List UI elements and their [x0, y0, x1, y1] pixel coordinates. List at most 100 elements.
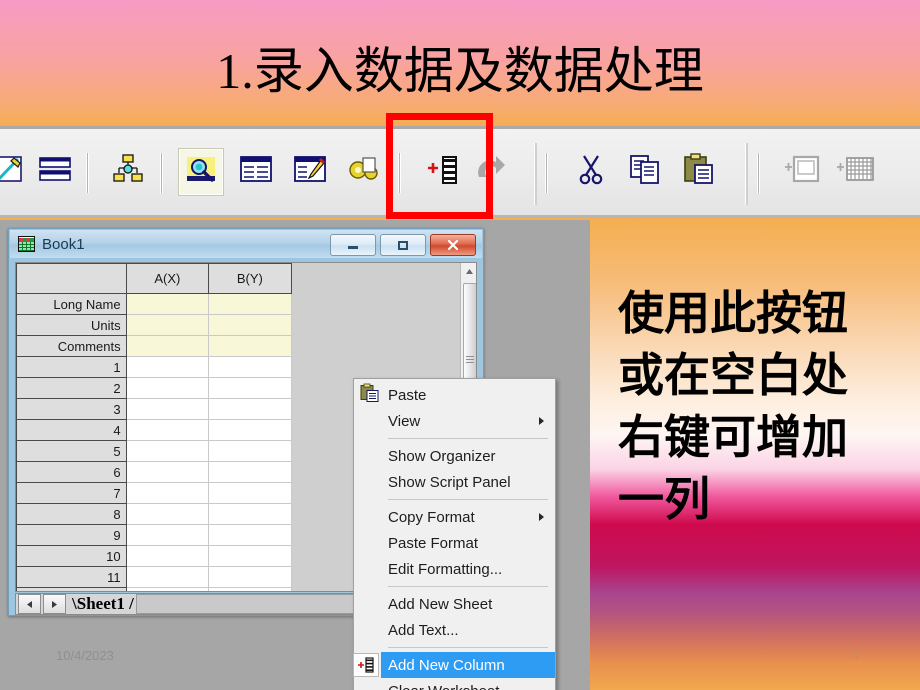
meta-cell[interactable]	[125, 293, 210, 315]
meta-cell[interactable]	[125, 314, 210, 336]
toolbar-button-cut[interactable]	[568, 147, 614, 195]
toolbar-button-code-builder[interactable]	[341, 147, 387, 195]
row-header-units[interactable]: Units	[16, 314, 127, 336]
annotation-line-2: 或在空白处	[618, 350, 848, 401]
toolbar-button-command-window[interactable]	[233, 147, 279, 195]
data-cell[interactable]	[208, 377, 292, 399]
menu-item-paste[interactable]: Paste	[354, 382, 555, 408]
toolbar-button-project-explorer[interactable]	[105, 147, 151, 195]
data-cell[interactable]	[125, 524, 210, 546]
data-cell[interactable]	[125, 419, 210, 441]
command-window-icon	[239, 154, 273, 189]
row-header-comments[interactable]: Comments	[16, 335, 127, 357]
close-button[interactable]	[430, 234, 476, 256]
annotation-line-4: 一列	[618, 474, 710, 525]
column-header-a[interactable]: A(X)	[125, 263, 210, 294]
data-cell[interactable]	[125, 461, 210, 483]
data-cell[interactable]	[208, 356, 292, 378]
menu-item-add-text[interactable]: Add Text...	[354, 617, 555, 643]
meta-cell[interactable]	[208, 335, 292, 357]
row-header[interactable]: 2	[16, 377, 127, 399]
row-header[interactable]: 5	[16, 440, 127, 462]
column-header-b[interactable]: B(Y)	[208, 263, 292, 294]
toolbar-button-new-layer[interactable]	[778, 147, 824, 195]
data-cell[interactable]	[125, 566, 210, 588]
menu-item-show-script-panel[interactable]: Show Script Panel	[354, 469, 555, 495]
paste-icon	[682, 152, 716, 190]
meta-cell[interactable]	[208, 293, 292, 315]
toolbar-button-new-grid[interactable]	[832, 147, 878, 195]
menu-item-label: Clear Worksheet	[388, 683, 499, 690]
grid-empty-space	[291, 335, 460, 357]
close-icon	[447, 239, 459, 251]
grid-empty-space	[291, 314, 460, 336]
data-cell[interactable]	[125, 356, 210, 378]
data-cell[interactable]	[208, 566, 292, 588]
menu-item-add-new-column[interactable]: Add New Column	[353, 652, 555, 678]
data-cell[interactable]	[125, 503, 210, 525]
sheet-prev-button[interactable]	[18, 594, 41, 614]
toolbar-button-paste[interactable]	[676, 147, 722, 195]
row-header-long-name[interactable]: Long Name	[16, 293, 127, 315]
row-header[interactable]: 8	[16, 503, 127, 525]
data-cell[interactable]	[208, 461, 292, 483]
code-builder-icon	[347, 154, 381, 189]
row-header[interactable]: 6	[16, 461, 127, 483]
menu-item-add-new-sheet[interactable]: Add New Sheet	[354, 591, 555, 617]
worksheet-header: A(X) B(Y)	[16, 263, 460, 294]
table-row: 1	[16, 356, 460, 378]
toolbar-button-copy[interactable]	[622, 147, 668, 195]
row-header[interactable]: 1	[16, 356, 127, 378]
data-cell[interactable]	[208, 398, 292, 420]
row-header[interactable]: 9	[16, 524, 127, 546]
data-cell[interactable]	[125, 440, 210, 462]
menu-separator	[388, 499, 548, 500]
chevron-right-icon	[52, 600, 57, 608]
row-header[interactable]: 12	[16, 587, 127, 591]
menu-item-edit-formatting[interactable]: Edit Formatting...	[354, 556, 555, 582]
annotation-line-3: 右键可增加	[618, 412, 848, 463]
data-cell[interactable]	[125, 398, 210, 420]
menu-item-paste-format[interactable]: Paste Format	[354, 530, 555, 556]
workbook-titlebar[interactable]: Book1	[10, 230, 482, 258]
minimize-button[interactable]	[330, 234, 376, 256]
toolbar-button-new-project[interactable]	[0, 147, 32, 195]
sheet-next-button[interactable]	[43, 594, 66, 614]
toolbar-separator	[545, 153, 548, 193]
menu-item-clear-worksheet[interactable]: Clear Worksheet	[354, 678, 555, 690]
grid-corner[interactable]	[16, 263, 127, 294]
meta-cell[interactable]	[125, 335, 210, 357]
row-header[interactable]: 3	[16, 398, 127, 420]
workbook-title: Book1	[42, 235, 85, 253]
data-cell[interactable]	[125, 587, 210, 591]
scroll-up-button[interactable]	[461, 263, 476, 279]
data-cell[interactable]	[125, 545, 210, 567]
data-cell[interactable]	[125, 377, 210, 399]
toolbar-button-results-log[interactable]	[178, 148, 224, 196]
data-cell[interactable]	[208, 524, 292, 546]
data-cell[interactable]	[208, 482, 292, 504]
maximize-button[interactable]	[380, 234, 426, 256]
worksheet-context-menu[interactable]: Paste View Show Organizer Show Script Pa…	[353, 378, 556, 690]
data-cell[interactable]	[208, 419, 292, 441]
row-header[interactable]: 10	[16, 545, 127, 567]
data-cell[interactable]	[208, 545, 292, 567]
menu-item-show-organizer[interactable]: Show Organizer	[354, 443, 555, 469]
toolbar-button-new-workbook[interactable]	[32, 147, 78, 195]
toolbar-button-script-window[interactable]	[287, 147, 333, 195]
data-cell[interactable]	[125, 482, 210, 504]
meta-cell[interactable]	[208, 314, 292, 336]
menu-item-view[interactable]: View	[354, 408, 555, 434]
toolbar-separator	[160, 153, 163, 193]
menu-item-copy-format[interactable]: Copy Format	[354, 504, 555, 530]
data-cell[interactable]	[208, 587, 292, 591]
sheet-tab-sheet1[interactable]: \Sheet1 /	[72, 594, 134, 614]
row-header[interactable]: 11	[16, 566, 127, 588]
data-cell[interactable]	[208, 503, 292, 525]
data-cell[interactable]	[208, 440, 292, 462]
copy-icon	[628, 153, 662, 190]
toolbar-separator	[86, 153, 89, 193]
cut-icon	[576, 153, 606, 190]
row-header[interactable]: 7	[16, 482, 127, 504]
row-header[interactable]: 4	[16, 419, 127, 441]
